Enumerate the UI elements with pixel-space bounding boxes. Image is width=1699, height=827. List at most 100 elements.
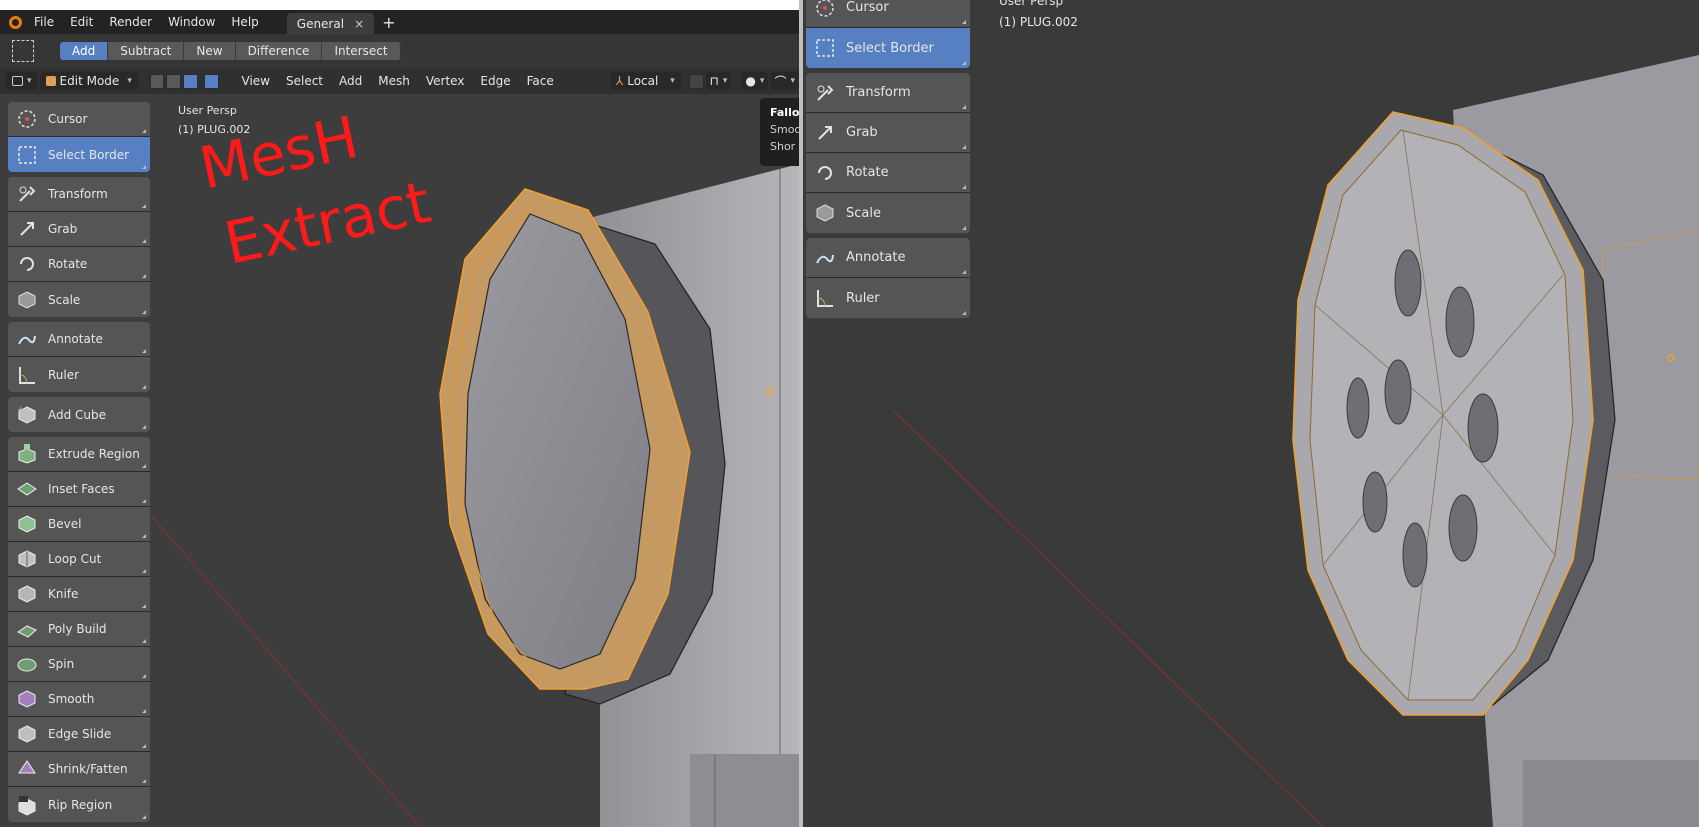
view-name-label: User Persp <box>999 0 1064 8</box>
tool-label: Rotate <box>48 257 88 271</box>
mode-add-button[interactable]: Add <box>60 42 109 60</box>
tool-label: Select Border <box>48 147 130 162</box>
grab-icon <box>14 216 40 242</box>
annotate-icon <box>812 245 838 271</box>
tool-options-corner-icon <box>142 425 146 429</box>
falloff-item-smooth[interactable]: Smoo <box>770 121 799 138</box>
tool-loop-cut-button[interactable]: Loop Cut <box>8 542 150 577</box>
orientation-dropdown[interactable]: ⅄ Local ▾ <box>609 72 681 90</box>
view-name-label: User Persp <box>178 104 237 117</box>
menu-render[interactable]: Render <box>101 10 160 34</box>
tool-smooth-button[interactable]: Smooth <box>8 682 150 717</box>
edge-select-icon[interactable] <box>166 73 182 89</box>
falloff-item-shorten[interactable]: Shor <box>770 138 799 155</box>
tool-grab-button[interactable]: Grab <box>8 212 150 247</box>
menu-window[interactable]: Window <box>160 10 223 34</box>
tool-scale-button[interactable]: Scale <box>8 282 150 317</box>
tool-options-corner-icon <box>142 499 146 503</box>
add-workspace-icon[interactable]: + <box>382 13 395 32</box>
tool-add-cube-button[interactable]: + Add Cube <box>8 397 150 432</box>
tool-options-corner-icon <box>142 569 146 573</box>
mode-difference-button[interactable]: Difference <box>235 42 323 60</box>
menu-edge[interactable]: Edge <box>473 74 517 88</box>
tool-options-corner-icon <box>142 204 146 208</box>
vertex-select-icon[interactable] <box>149 73 165 89</box>
transform-icon <box>812 80 838 106</box>
face-select-icon[interactable] <box>183 73 198 89</box>
tool-rip-region-button[interactable]: Rip Region <box>8 787 150 822</box>
toolbar-group: Extrude Region Inset Faces Bevel Loop Cut Kn… <box>8 437 150 822</box>
snap-toggle-icon[interactable] <box>688 73 704 89</box>
tool-spin-button[interactable]: Spin <box>8 647 150 682</box>
tool-label: Inset Faces <box>48 482 115 496</box>
tool-transform-button[interactable]: Transform <box>806 73 970 113</box>
tool-grab-button[interactable]: Grab <box>806 113 970 153</box>
mode-new-button[interactable]: New <box>184 42 236 60</box>
annotate-icon <box>14 326 40 352</box>
tool-annotate-button[interactable]: Annotate <box>8 322 150 357</box>
right-3d-viewport[interactable]: User Persp (1) PLUG.002 Cursor Select Bor… <box>803 0 1699 827</box>
falloff-popup: Fallof Smoo Shor <box>760 98 799 166</box>
tool-options-corner-icon <box>962 226 966 230</box>
tool-select-border-button[interactable]: Select Border <box>8 137 150 172</box>
menu-mesh[interactable]: Mesh <box>371 74 417 88</box>
close-icon[interactable]: × <box>354 17 364 31</box>
blender-logo-icon[interactable] <box>4 10 26 34</box>
poly-build-icon <box>14 616 40 642</box>
tool-options-corner-icon <box>142 129 146 133</box>
tool-options-corner-icon <box>962 20 966 24</box>
ruler-icon <box>14 362 40 388</box>
tool-rotate-button[interactable]: Rotate <box>806 153 970 193</box>
tool-select-border-button[interactable]: Select Border <box>806 28 970 68</box>
xray-toggle-icon[interactable] <box>203 73 219 89</box>
svg-text:+: + <box>17 405 25 415</box>
tool-ruler-button[interactable]: Ruler <box>806 278 970 318</box>
select-box-icon[interactable] <box>12 40 34 62</box>
tool-shrink-fatten-button[interactable]: Shrink/Fatten <box>8 752 150 787</box>
tool-label: Bevel <box>48 517 82 531</box>
plug-hole <box>1467 393 1499 463</box>
menu-view[interactable]: View <box>235 74 277 88</box>
tool-rotate-button[interactable]: Rotate <box>8 247 150 282</box>
scale-icon <box>812 200 838 226</box>
chevron-down-icon: ▾ <box>127 76 132 86</box>
editor-type-dropdown[interactable]: ▾ <box>6 72 38 90</box>
tool-transform-button[interactable]: Transform <box>8 177 150 212</box>
tool-bevel-button[interactable]: Bevel <box>8 507 150 542</box>
tool-cursor-button[interactable]: Cursor <box>806 0 970 28</box>
left-3d-viewport[interactable]: MesH Extract User Persp (1) PLUG.002 Fal… <box>0 94 799 827</box>
tool-options-corner-icon <box>142 349 146 353</box>
tool-scale-button[interactable]: Scale <box>806 193 970 233</box>
menu-face[interactable]: Face <box>520 74 561 88</box>
mode-subtract-button[interactable]: Subtract <box>108 42 185 60</box>
proportional-dropdown[interactable]: ● ▾ <box>741 72 769 90</box>
menu-vertex[interactable]: Vertex <box>419 74 472 88</box>
tool-options-corner-icon <box>142 744 146 748</box>
tool-options-corner-icon <box>142 709 146 713</box>
bevel-icon <box>14 511 40 537</box>
tool-edge-slide-button[interactable]: Edge Slide <box>8 717 150 752</box>
tool-ruler-button[interactable]: Ruler <box>8 357 150 392</box>
workspace-tab-general[interactable]: General × <box>286 13 375 35</box>
tool-annotate-button[interactable]: Annotate <box>806 238 970 278</box>
tool-cursor-button[interactable]: Cursor <box>8 102 150 137</box>
snap-dropdown[interactable]: ⊓ ▾ <box>705 72 732 90</box>
tool-knife-button[interactable]: Knife <box>8 577 150 612</box>
menu-edit[interactable]: Edit <box>62 10 101 34</box>
tool-poly-build-button[interactable]: Poly Build <box>8 612 150 647</box>
menu-help[interactable]: Help <box>223 10 266 34</box>
shrink-fatten-icon <box>14 756 40 782</box>
menu-add[interactable]: Add <box>332 74 369 88</box>
editor-type-icon <box>12 76 23 86</box>
tool-inset-faces-button[interactable]: Inset Faces <box>8 472 150 507</box>
plug-hole <box>1448 494 1478 562</box>
tool-label: Rotate <box>846 165 889 180</box>
toolbar-group: Cursor Select Border <box>8 102 150 172</box>
menu-select[interactable]: Select <box>279 74 330 88</box>
tool-extrude-region-button[interactable]: Extrude Region <box>8 437 150 472</box>
mode-dropdown[interactable]: Edit Mode ▾ <box>39 72 138 90</box>
mode-intersect-button[interactable]: Intersect <box>322 42 401 60</box>
falloff-dropdown[interactable]: ⌒ ▾ <box>770 72 799 90</box>
transform-icon <box>14 181 40 207</box>
menu-file[interactable]: File <box>26 10 62 34</box>
